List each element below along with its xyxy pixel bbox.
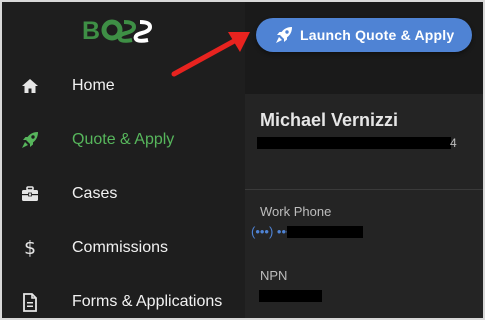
sidebar-item-label: Forms & Applications <box>72 293 223 310</box>
sidebar-item-commissions[interactable]: $ Commissions <box>2 228 245 268</box>
divider <box>245 189 483 190</box>
sidebar-item-label: Cases <box>72 185 118 202</box>
main-content: Launch Quote & Apply Michael Vernizzi 4 … <box>245 2 483 318</box>
rocket-icon <box>274 25 294 45</box>
work-phone-partial[interactable]: (•••) ••• <box>251 224 291 239</box>
sidebar-item-home[interactable]: Home <box>2 66 245 106</box>
sidebar-item-label: Commissions <box>72 239 169 256</box>
svg-text:B: B <box>82 17 100 44</box>
email-partial: 4 <box>450 136 457 150</box>
profile-name: Michael Vernizzi <box>260 110 399 130</box>
sidebar-item-label: Home <box>72 77 115 94</box>
npn-label: NPN <box>260 268 288 283</box>
home-icon <box>20 76 40 96</box>
top-bar: Launch Quote & Apply <box>245 2 483 94</box>
dollar-icon: $ <box>23 236 37 259</box>
rocket-icon <box>20 130 40 150</box>
redacted-email <box>257 137 451 149</box>
work-phone-label: Work Phone <box>260 204 332 219</box>
launch-button-label: Launch Quote & Apply <box>300 27 455 43</box>
redacted-phone <box>287 226 363 238</box>
redacted-npn <box>259 290 322 302</box>
sidebar: B Home Quote & Apply Cases $ Commissions… <box>2 2 245 318</box>
launch-quote-apply-button[interactable]: Launch Quote & Apply <box>256 18 472 52</box>
boss-logo[interactable]: B <box>80 14 170 45</box>
sidebar-item-cases[interactable]: Cases <box>2 174 245 214</box>
app-window: B Home Quote & Apply Cases $ Commissions… <box>0 0 485 320</box>
sidebar-item-quote-apply[interactable]: Quote & Apply <box>2 120 245 160</box>
sidebar-item-forms-applications[interactable]: Forms & Applications <box>2 282 245 318</box>
sidebar-item-label: Quote & Apply <box>72 131 175 148</box>
briefcase-icon <box>20 184 40 204</box>
document-icon <box>20 292 40 312</box>
